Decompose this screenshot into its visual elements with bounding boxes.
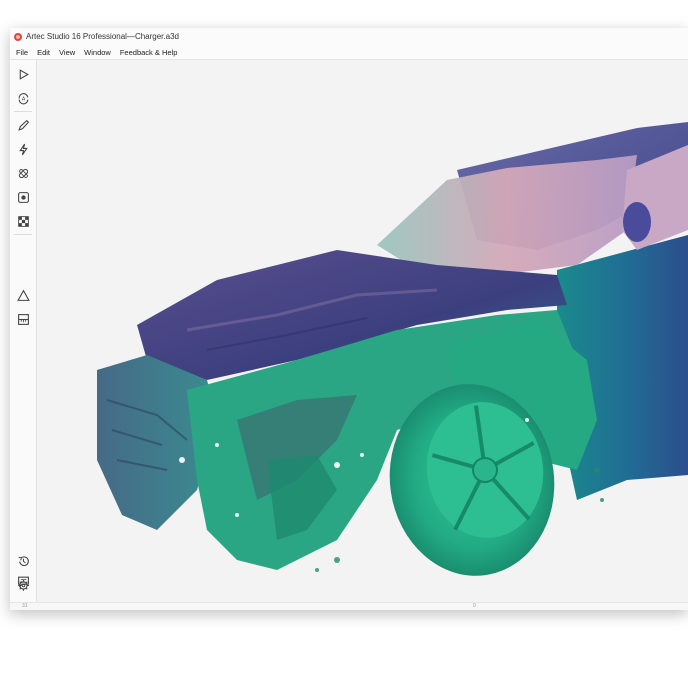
car-scan-model[interactable]	[37, 60, 688, 602]
history-button[interactable]	[14, 552, 32, 570]
feedback-button[interactable]	[14, 572, 32, 590]
menu-file[interactable]: File	[16, 48, 28, 57]
status-bar: 31 0	[10, 602, 688, 610]
pencil-icon	[17, 119, 29, 131]
app-logo-icon	[14, 32, 22, 41]
toolbar-divider	[14, 234, 32, 235]
menu-feedback-help[interactable]: Feedback & Help	[120, 48, 178, 57]
svg-text:A: A	[21, 96, 25, 102]
fix-button[interactable]	[14, 164, 32, 182]
3d-viewport[interactable]	[37, 60, 688, 602]
autopilot-icon: A	[18, 92, 28, 104]
menu-window[interactable]: Window	[84, 48, 111, 57]
play-button[interactable]	[14, 65, 32, 83]
triangle-icon	[16, 289, 30, 301]
play-icon	[19, 68, 29, 80]
measure-button[interactable]	[14, 310, 32, 328]
texture-checker-icon	[17, 215, 29, 227]
title-bar: Artec Studio 16 Professional—Charger.a3d	[10, 28, 688, 45]
menu-view[interactable]: View	[59, 48, 75, 57]
tools-button[interactable]	[14, 140, 32, 158]
menu-bar: File Edit View Window Feedback & Help	[10, 45, 688, 60]
align-button[interactable]	[14, 188, 32, 206]
window-title: Artec Studio 16 Professional—Charger.a3d	[26, 32, 179, 41]
app-window: Artec Studio 16 Professional—Charger.a3d…	[10, 28, 688, 610]
target-square-icon	[17, 191, 29, 203]
edit-button[interactable]	[14, 116, 32, 134]
chat-icon	[17, 576, 29, 588]
bandage-icon	[18, 168, 28, 178]
ruler-icon	[17, 313, 29, 325]
autopilot-button[interactable]: A	[14, 89, 32, 107]
toolbar-divider	[14, 111, 32, 112]
lightning-icon	[18, 143, 28, 155]
texture-button[interactable]	[14, 212, 32, 230]
left-toolbar: A	[10, 60, 37, 602]
mesh-button[interactable]	[14, 286, 32, 304]
status-center-text: 0	[473, 603, 476, 609]
status-left-text: 31	[22, 603, 28, 609]
history-icon	[18, 555, 29, 566]
menu-edit[interactable]: Edit	[37, 48, 50, 57]
